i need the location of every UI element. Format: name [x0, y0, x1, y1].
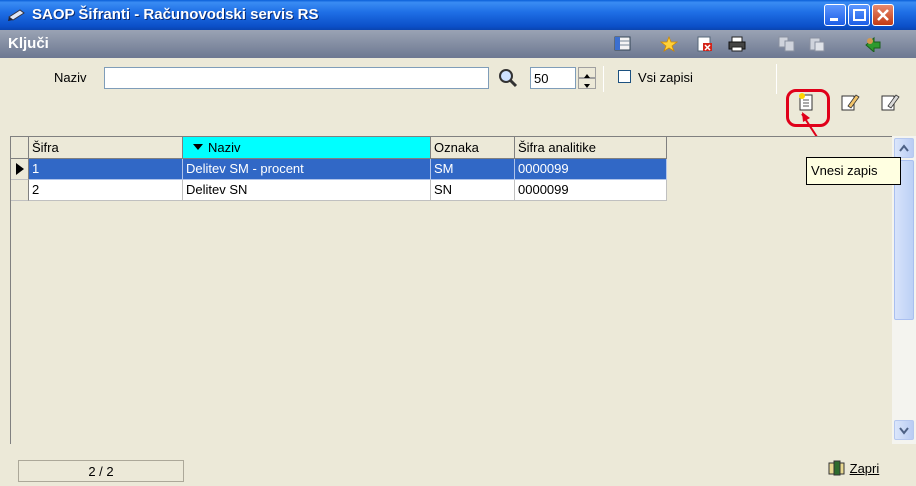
copy-icon[interactable] [778, 36, 796, 52]
close-button-label: Zapri [849, 461, 880, 476]
row-indicator [11, 180, 29, 201]
columns-icon[interactable] [614, 36, 632, 52]
edit-multiple-icon[interactable] [880, 92, 900, 112]
cell-sifra[interactable]: 1 [29, 159, 183, 180]
cell-sifra-analitike[interactable]: 0000099 [515, 180, 667, 201]
favorites-star-icon[interactable] [660, 36, 678, 52]
close-window-button[interactable] [872, 4, 894, 26]
column-header-naziv-label: Naziv [208, 140, 241, 155]
close-button[interactable]: Zapri [828, 460, 908, 482]
all-records-label: Vsi zapisi [638, 70, 693, 85]
all-records-checkbox[interactable] [618, 70, 631, 83]
chevron-down-icon [584, 84, 590, 88]
cell-sifra[interactable]: 2 [29, 180, 183, 201]
spin-up-button[interactable] [578, 67, 596, 78]
search-input[interactable] [104, 67, 489, 89]
records-grid[interactable]: Šifra Naziv Oznaka Šifra analitike 1 Del… [10, 136, 892, 444]
paste-icon[interactable] [808, 36, 826, 52]
cell-oznaka[interactable]: SM [431, 159, 515, 180]
column-header-naziv[interactable]: Naziv [183, 137, 431, 159]
scroll-up-button[interactable] [894, 138, 914, 158]
search-label: Naziv [54, 70, 87, 85]
record-count: 2 / 2 [18, 460, 184, 482]
minimize-icon [830, 18, 838, 21]
print-icon[interactable] [728, 36, 746, 52]
cell-naziv[interactable]: Delitev SN [183, 180, 431, 201]
column-header-oznaka[interactable]: Oznaka [431, 137, 515, 159]
row-indicator [11, 159, 29, 180]
maximize-button[interactable] [848, 4, 870, 26]
close-book-icon [828, 460, 845, 476]
maximize-icon [853, 9, 866, 21]
title-bar[interactable]: SAOP Šifranti - Računovodski servis RS [0, 0, 916, 30]
search-icon[interactable] [497, 67, 519, 89]
chevron-up-icon [899, 144, 909, 152]
exit-icon[interactable] [864, 36, 882, 52]
cell-oznaka[interactable]: SN [431, 180, 515, 201]
window-title: SAOP Šifranti - Računovodski servis RS [32, 6, 319, 23]
row-indicator-header [11, 137, 29, 159]
panel-title: Ključi [8, 35, 49, 52]
toolbar-separator [603, 66, 604, 92]
delete-doc-icon[interactable] [696, 36, 714, 52]
close-icon [877, 9, 889, 21]
current-row-arrow-icon [16, 163, 24, 175]
toolbar-separator [776, 64, 777, 94]
column-header-sifra[interactable]: Šifra [29, 137, 183, 159]
minimize-button[interactable] [824, 4, 846, 26]
panel-header: Ključi [0, 30, 916, 58]
status-bar: 2 / 2 Zapri [0, 444, 916, 486]
spin-down-button[interactable] [578, 78, 596, 89]
chevron-down-icon [899, 427, 909, 435]
search-toolbar: Naziv Vsi zapisi [0, 58, 916, 98]
scroll-down-button[interactable] [894, 420, 914, 440]
tooltip: Vnesi zapis [806, 157, 901, 185]
edit-record-icon[interactable] [840, 92, 860, 112]
limit-input[interactable] [530, 67, 576, 89]
cell-sifra-analitike[interactable]: 0000099 [515, 159, 667, 180]
sort-desc-icon [193, 144, 203, 150]
app-pen-icon [8, 9, 25, 21]
column-header-sifra-analitike[interactable]: Šifra analitike [515, 137, 667, 159]
cell-naziv[interactable]: Delitev SM - procent [183, 159, 431, 180]
